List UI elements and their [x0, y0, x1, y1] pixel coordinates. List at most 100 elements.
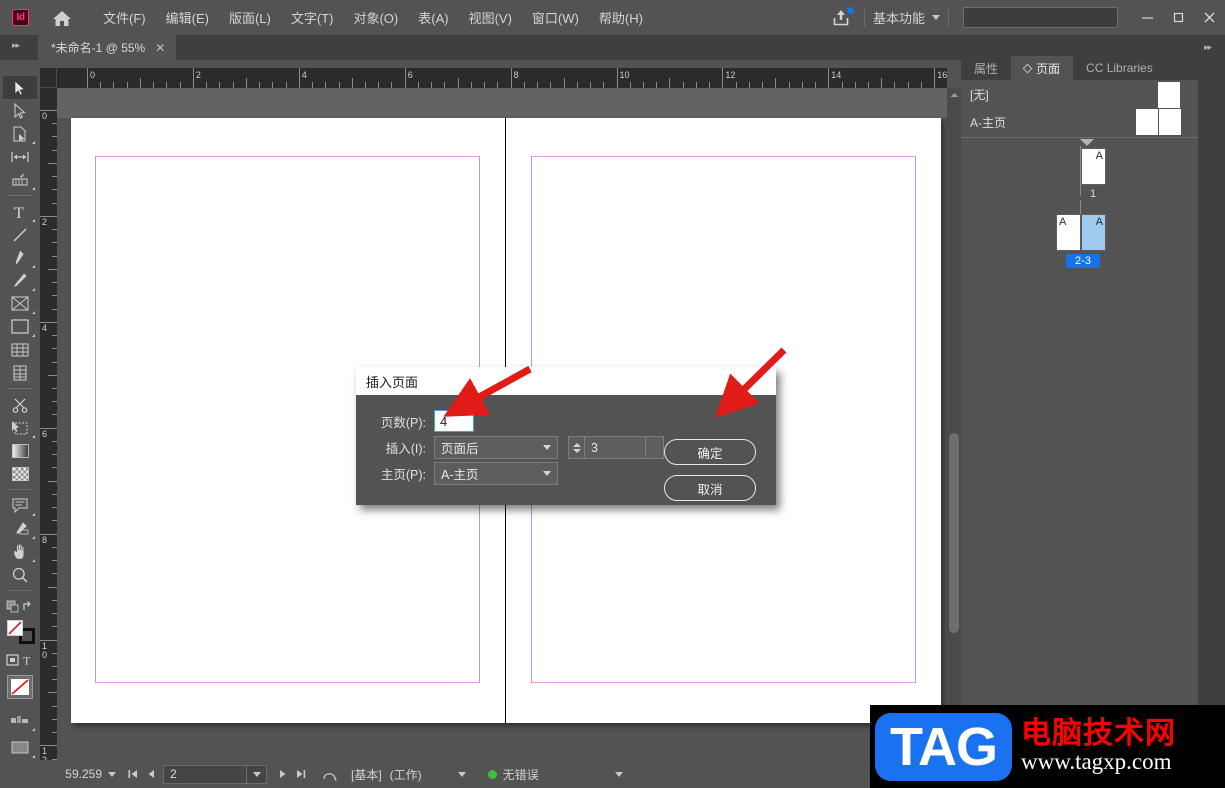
page-tool[interactable] [3, 122, 37, 145]
zoom-level-field[interactable]: 59.259 [44, 767, 102, 781]
gradient-swatch-tool[interactable] [3, 439, 37, 462]
insert-position-select[interactable]: 页面后 [434, 436, 558, 459]
pages-panel-diamond-icon [1022, 63, 1033, 73]
panel-dock-strip[interactable]: ▸▸ [1198, 35, 1225, 788]
canvas-vertical-scrollbar[interactable] [947, 88, 961, 760]
frame-tool[interactable] [3, 292, 37, 315]
stepper-up-icon[interactable] [572, 442, 581, 447]
minimize-button[interactable] [1132, 5, 1163, 31]
horizontal-ruler[interactable]: 0 2 4 6 8 10 12 14 16 [57, 68, 947, 88]
page-thumb-3[interactable]: A [1081, 214, 1106, 251]
document-tab[interactable]: *未命名-1 @ 55% ✕ [38, 35, 177, 60]
master-row-a[interactable]: A-主页 [962, 108, 1208, 136]
page-dropdown-icon[interactable] [247, 764, 267, 784]
note-tool[interactable] [3, 494, 37, 517]
page-number-label-2-3[interactable]: 2-3 [1066, 254, 1100, 268]
menu-help[interactable]: 帮助(H) [589, 4, 653, 31]
collapse-panel-icon[interactable]: ▸▸ [12, 40, 20, 51]
page-number-label-1[interactable]: 1 [1074, 188, 1112, 200]
selection-tool[interactable] [3, 76, 37, 99]
last-page-icon[interactable] [291, 765, 309, 783]
close-button[interactable] [1194, 5, 1225, 31]
ruler-minor-tick [351, 78, 353, 88]
ruler-major-tick [722, 68, 724, 88]
cancel-button[interactable]: 取消 [664, 475, 756, 501]
page-thumb-1[interactable]: A [1081, 148, 1106, 185]
page-reference-input[interactable]: 3 [584, 436, 646, 459]
prev-page-icon[interactable] [142, 765, 160, 783]
menu-edit[interactable]: 编辑(E) [156, 4, 219, 31]
page-reference-stepper[interactable] [568, 436, 584, 459]
menu-type[interactable]: 文字(T) [281, 4, 344, 31]
preflight-dropdown-icon[interactable] [457, 771, 466, 777]
share-notification-dot [846, 6, 854, 14]
formatting-affects-icons[interactable]: T [3, 648, 37, 671]
tool-flyout-indicator [32, 513, 35, 516]
menu-layout[interactable]: 版面(L) [219, 4, 281, 31]
view-mode-tool[interactable] [3, 736, 37, 759]
master-page-select[interactable]: A-主页 [434, 462, 558, 485]
error-dropdown-icon[interactable] [614, 771, 623, 777]
ok-button[interactable]: 确定 [664, 439, 756, 465]
maximize-button[interactable] [1163, 5, 1194, 31]
vertical-ruler[interactable]: 0 2 4 6 8 1 0 1 2 [40, 88, 57, 760]
type-tool[interactable]: T [3, 200, 37, 223]
workspace-state-label[interactable]: (工作) [390, 766, 422, 783]
toolbar-divider [7, 195, 33, 196]
scissors-tool[interactable] [3, 393, 37, 416]
line-tool[interactable] [3, 223, 37, 246]
preflight-profile-label[interactable]: [基本] [351, 766, 382, 783]
bridge-icon[interactable] [319, 765, 341, 783]
page-reference-dropdown-icon[interactable] [646, 436, 664, 459]
table-tool[interactable] [3, 338, 37, 361]
pages-thumbnail-area[interactable]: A 1 A A 2-3 [962, 138, 1208, 758]
menu-view[interactable]: 视图(V) [459, 4, 522, 31]
pages-count-input[interactable]: 4 [434, 410, 474, 432]
workspace-switcher[interactable]: 基本功能 [873, 8, 940, 27]
fill-stroke-swatches[interactable] [3, 618, 37, 648]
menu-object[interactable]: 对象(O) [343, 4, 408, 31]
tab-pages[interactable]: 页面 [1011, 56, 1074, 80]
zoom-tool[interactable] [3, 563, 37, 586]
tab-cc-libraries[interactable]: CC Libraries [1073, 56, 1166, 80]
none-color-swatch[interactable] [3, 675, 37, 703]
page-number-field[interactable]: 2 [163, 764, 247, 784]
insert-pages-dialog[interactable]: 插入页面 页数(P): 4 插入(I): 页面后 3 主页(P): A-主页 确… [356, 367, 776, 505]
tab-properties[interactable]: 属性 [961, 56, 1011, 80]
ruler-label: 2 [42, 216, 48, 227]
expand-panels-icon[interactable]: ▸▸ [1204, 42, 1212, 53]
page-thumb-2[interactable]: A [1056, 214, 1081, 251]
gap-tool[interactable] [3, 145, 37, 168]
free-transform-tool[interactable] [3, 416, 37, 439]
gradient-feather-tool[interactable] [3, 462, 37, 485]
pen-tool[interactable] [3, 246, 37, 269]
search-input[interactable] [963, 7, 1118, 28]
eyedropper-tool[interactable] [3, 517, 37, 540]
vertical-scroll-thumb[interactable] [949, 433, 959, 633]
ruler-minor-tick [245, 78, 247, 88]
apply-color-swap-icon[interactable] [3, 595, 37, 618]
ruler-minor-tick [48, 268, 57, 270]
screen-mode-tool[interactable] [3, 709, 37, 732]
rectangle-tool[interactable] [3, 315, 37, 338]
tab-properties-label: 属性 [974, 61, 999, 76]
share-icon[interactable] [826, 6, 856, 30]
home-icon[interactable] [51, 8, 73, 28]
stepper-down-icon[interactable] [572, 448, 581, 453]
menu-window[interactable]: 窗口(W) [522, 4, 589, 31]
menu-file[interactable]: 文件(F) [93, 4, 156, 31]
first-page-icon[interactable] [124, 765, 142, 783]
menu-table[interactable]: 表(A) [408, 4, 458, 31]
content-collector-tool[interactable] [3, 168, 37, 191]
zoom-dropdown-icon[interactable] [108, 771, 116, 777]
close-icon[interactable]: ✕ [155, 42, 165, 54]
ruler-origin-corner[interactable] [40, 68, 57, 88]
next-page-icon[interactable] [273, 765, 291, 783]
scroll-up-icon[interactable] [947, 88, 961, 102]
pencil-tool[interactable] [3, 269, 37, 292]
hand-tool[interactable] [3, 540, 37, 563]
master-row-none[interactable]: [无] [962, 80, 1208, 108]
ruler-label: 4 [301, 70, 307, 80]
direct-selection-tool[interactable] [3, 99, 37, 122]
grid-frame-tool[interactable] [3, 361, 37, 384]
